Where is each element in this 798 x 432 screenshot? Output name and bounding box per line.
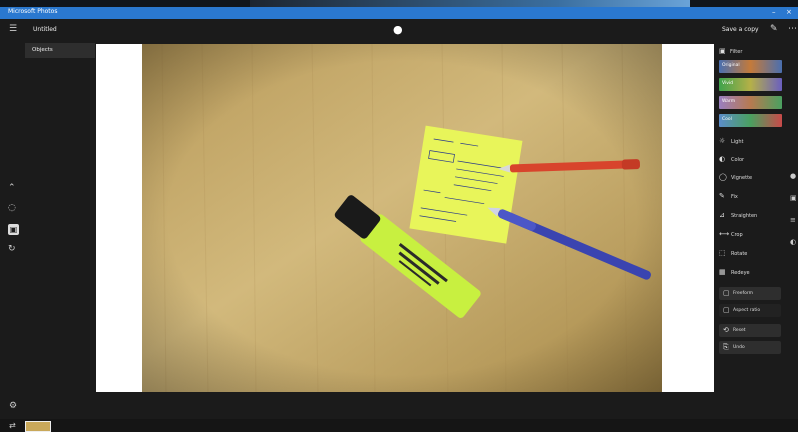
- more-icon[interactable]: ⋯: [788, 24, 797, 34]
- up-icon[interactable]: ⌃: [8, 183, 16, 193]
- filter-warm-label: Warm: [722, 99, 736, 104]
- sticky-note: [409, 125, 523, 244]
- file-name[interactable]: Untitled: [33, 26, 57, 33]
- left-panel-selected-item[interactable]: Objects: [25, 43, 95, 58]
- edge-dot-icon[interactable]: ●: [790, 172, 796, 180]
- crop-icon[interactable]: ▣: [8, 224, 19, 235]
- rotate-icon[interactable]: ↻: [8, 244, 16, 254]
- aspect-ratio-option[interactable]: ▢ Aspect ratio: [719, 304, 781, 317]
- freeform-icon: ▢: [723, 289, 730, 297]
- brightness-icon[interactable]: ◌: [8, 203, 16, 213]
- edge-list-icon[interactable]: ≡: [790, 216, 796, 224]
- filter-original-label: Original: [722, 63, 740, 68]
- reset-icon: ⟲: [723, 326, 729, 334]
- adjust-vignette[interactable]: Vignette: [731, 175, 752, 181]
- reset-label: Reset: [733, 328, 746, 333]
- rotate-adjust-icon: ⬚: [719, 249, 726, 257]
- edge-crop-icon[interactable]: ▣: [790, 194, 797, 202]
- aspect-ratio-label: Aspect ratio: [733, 308, 761, 313]
- swap-icon[interactable]: ⇄: [9, 421, 16, 430]
- drop-icon[interactable]: ●: [393, 23, 403, 36]
- window-title: Microsoft Photos: [8, 8, 58, 15]
- freeform-option[interactable]: ▢ Freeform: [719, 287, 781, 300]
- adjust-straighten[interactable]: Straighten: [731, 213, 757, 219]
- settings-gear-icon[interactable]: ⚙: [9, 401, 17, 411]
- adjust-rotate[interactable]: Rotate: [731, 251, 747, 257]
- filter-cool[interactable]: Cool: [719, 114, 782, 127]
- reset-button[interactable]: ⟲ Reset: [719, 324, 781, 337]
- selected-item-label: Objects: [32, 47, 53, 53]
- adjust-fix[interactable]: Fix: [731, 194, 738, 200]
- redeye-icon: ▦: [719, 268, 726, 276]
- photo-desk-with-markers: [142, 44, 662, 392]
- undo-label: Undo: [733, 345, 745, 350]
- aspect-ratio-icon: ▢: [723, 306, 730, 314]
- adjust-redeye[interactable]: Redeye: [731, 270, 750, 276]
- save-copy-button[interactable]: Save a copy: [722, 26, 759, 33]
- close-button[interactable]: ×: [786, 8, 792, 16]
- desktop-wallpaper-strip: [250, 0, 690, 7]
- filter-vivid[interactable]: Vivid: [719, 78, 782, 91]
- app-toolbar: ☰ Untitled ● Save a copy ✎ ⋯: [0, 19, 798, 41]
- filmstrip-bar: [0, 419, 798, 432]
- color-icon: ◐: [719, 155, 726, 163]
- adjust-color[interactable]: Color: [731, 157, 744, 163]
- filter-warm[interactable]: Warm: [719, 96, 782, 109]
- freeform-label: Freeform: [733, 291, 754, 296]
- minimize-button[interactable]: –: [772, 8, 776, 16]
- adjust-crop[interactable]: Crop: [731, 232, 743, 238]
- undo-icon: ⎘: [723, 343, 729, 351]
- filter-header: Filter: [730, 49, 743, 55]
- edge-contrast-icon[interactable]: ◐: [790, 238, 796, 246]
- menu-icon[interactable]: ☰: [9, 24, 19, 34]
- straighten-icon: ⊿: [719, 211, 725, 219]
- filter-icon: ▣: [719, 47, 726, 55]
- filmstrip-thumbnail[interactable]: [25, 421, 51, 432]
- filter-original[interactable]: Original: [719, 60, 782, 73]
- light-icon: ☼: [719, 137, 726, 145]
- filter-cool-label: Cool: [722, 117, 732, 122]
- vignette-icon: ◯: [719, 173, 727, 181]
- fix-icon: ✎: [719, 192, 725, 200]
- desktop-taskbar-strip: [0, 0, 798, 7]
- title-bar: Microsoft Photos – ×: [0, 7, 798, 19]
- undo-button[interactable]: ⎘ Undo: [719, 341, 781, 354]
- adjust-light[interactable]: Light: [731, 139, 743, 145]
- pen-icon[interactable]: ✎: [770, 24, 778, 34]
- right-edge-toolstrip: ● ▣ ≡ ◐: [788, 150, 798, 270]
- crop-adjust-icon: ⟷: [719, 230, 730, 238]
- filter-vivid-label: Vivid: [722, 81, 733, 86]
